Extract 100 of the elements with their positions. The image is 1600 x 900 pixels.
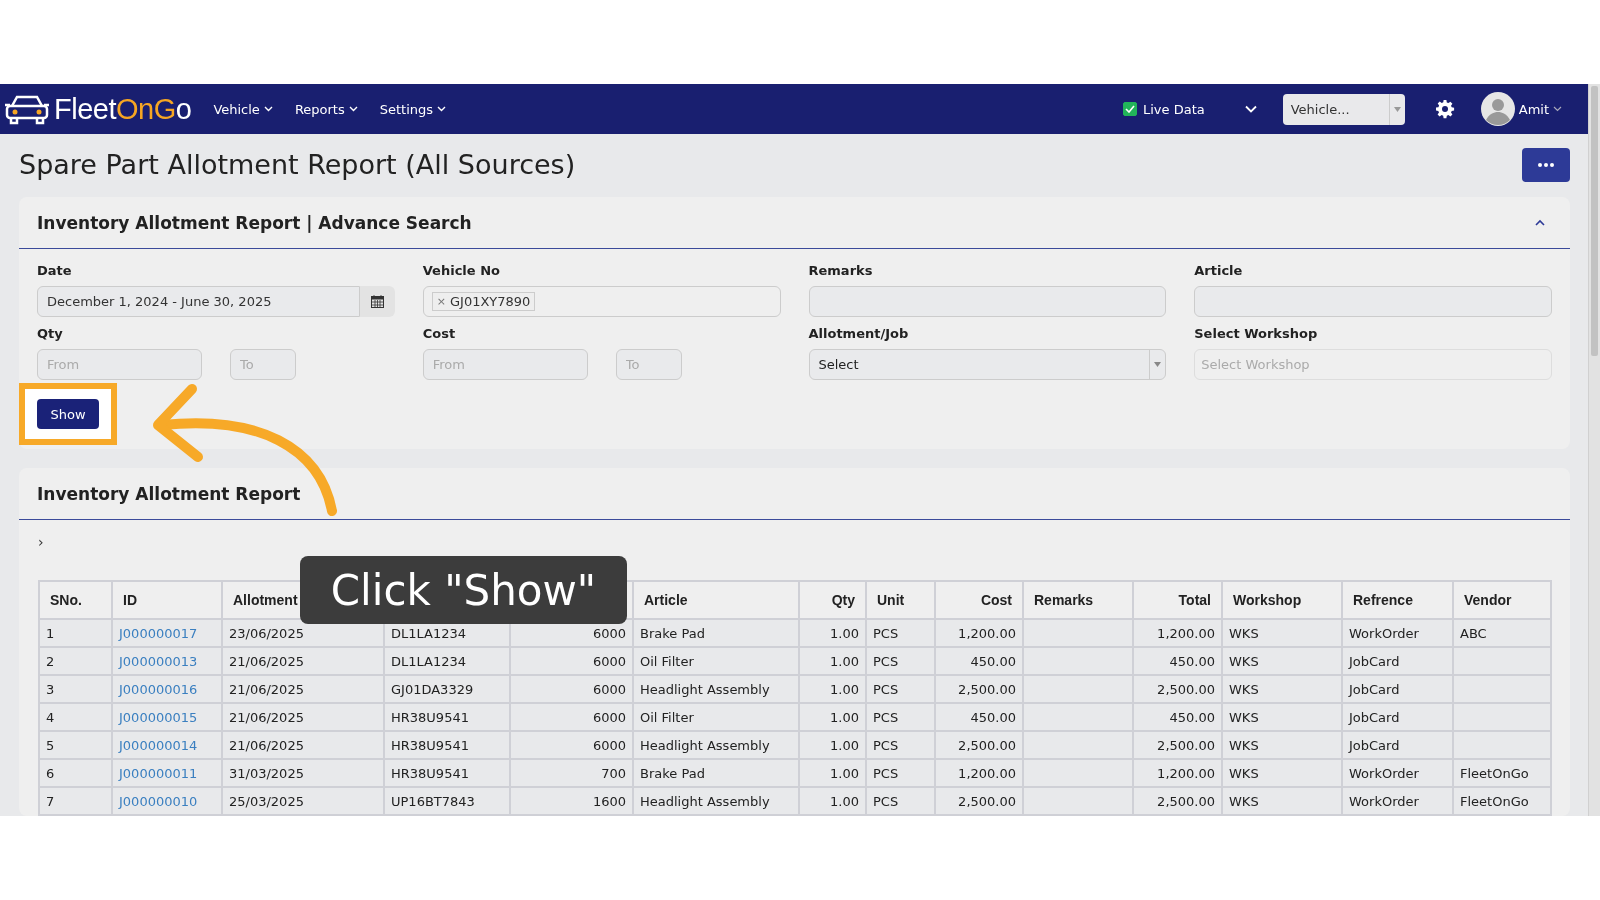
card-title: Inventory Allotment Report <box>37 483 301 504</box>
table-cell: Headlight Assembly <box>633 675 799 703</box>
settings-icon[interactable] <box>1434 99 1455 119</box>
table-cell: HR38U9541 <box>384 703 510 731</box>
table-cell: JobCard <box>1342 731 1453 759</box>
table-cell: 2,500.00 <box>935 787 1023 815</box>
nav-menu-item[interactable]: Vehicle <box>213 101 273 117</box>
text-input-field[interactable]: Select Workshop <box>1194 349 1552 380</box>
nav-menu-item[interactable]: Reports <box>294 101 358 117</box>
table-cell: 1.00 <box>799 731 866 759</box>
user-name[interactable]: Amit <box>1518 101 1549 117</box>
chevron-down-icon[interactable] <box>1553 106 1562 112</box>
table-cell: 31/03/2025 <box>222 759 384 787</box>
table-cell: 2 <box>39 647 112 675</box>
more-icon <box>1538 162 1554 167</box>
table-cell: 6000 <box>510 647 633 675</box>
collapse-icon[interactable] <box>1534 218 1546 227</box>
table-cell: HR38U9541 <box>384 731 510 759</box>
date-range-field[interactable]: December 1, 2024 - June 30, 2025 <box>37 286 360 317</box>
remove-tag-button[interactable]: × <box>436 295 446 308</box>
scrollbar[interactable] <box>1588 84 1600 816</box>
table-cell: 450.00 <box>935 703 1023 731</box>
table-cell: 3 <box>39 675 112 703</box>
nav-menu-item[interactable]: Settings <box>379 101 447 117</box>
table-cell: 1.00 <box>799 703 866 731</box>
text-input-field[interactable] <box>1194 286 1552 317</box>
table-cell: 450.00 <box>1133 703 1222 731</box>
field-label: Date <box>37 262 73 280</box>
chevron-down-icon <box>348 106 358 112</box>
column-header: Article <box>633 581 799 619</box>
logo-text[interactable]: FleetOnGo <box>54 92 192 126</box>
dropdown-arrow-icon <box>1393 106 1401 112</box>
table-cell: JobCard <box>1342 647 1453 675</box>
table-cell: Oil Filter <box>633 647 799 675</box>
scrollbar-thumb[interactable] <box>1591 86 1598 356</box>
table-cell: 6000 <box>510 675 633 703</box>
live-data-label[interactable]: Live Data <box>1143 101 1205 117</box>
field-label: Cost <box>422 325 457 343</box>
table-cell: 2,500.00 <box>1133 731 1222 759</box>
table-cell: WKS <box>1222 619 1342 647</box>
table-cell: 7 <box>39 787 112 815</box>
table-cell: 1,200.00 <box>1133 619 1222 647</box>
table-cell: 25/03/2025 <box>222 787 384 815</box>
table-cell: 6000 <box>510 731 633 759</box>
table-cell: 1600 <box>510 787 633 815</box>
table-cell: 6 <box>39 759 112 787</box>
table-cell: PCS <box>866 703 935 731</box>
vehicle-select[interactable]: Vehicle... <box>1282 93 1405 125</box>
show-button[interactable]: Show <box>37 399 99 429</box>
table-cell: PCS <box>866 647 935 675</box>
from-field[interactable]: From <box>422 349 588 380</box>
table-cell: 1,200.00 <box>935 759 1023 787</box>
table-cell: WKS <box>1222 731 1342 759</box>
table-cell: 5 <box>39 731 112 759</box>
to-field[interactable]: To <box>230 349 296 380</box>
table-cell: ABC <box>1453 619 1551 647</box>
more-button[interactable] <box>1522 147 1570 182</box>
table-cell: PCS <box>866 759 935 787</box>
table-cell: PCS <box>866 619 935 647</box>
tag-label: GJ01XY7890 <box>449 294 531 309</box>
table-cell: UP16BT7843 <box>384 787 510 815</box>
select-dropdown[interactable]: Select <box>808 349 1167 380</box>
table-cell: Headlight Assembly <box>633 731 799 759</box>
avatar-icon[interactable] <box>1480 92 1515 126</box>
field-label: Vehicle No <box>422 262 501 280</box>
table-cell: DL1LA1234 <box>384 647 510 675</box>
chevron-down-icon <box>437 106 447 112</box>
table-cell: 700 <box>510 759 633 787</box>
field-label: Article <box>1194 262 1244 280</box>
table-cell: Headlight Assembly <box>633 787 799 815</box>
table-cell: JobCard <box>1342 675 1453 703</box>
page-title: Spare Part Allotment Report (All Sources) <box>19 149 576 180</box>
table-cell: FleetOnGo <box>1453 759 1551 787</box>
calendar-button[interactable] <box>359 286 395 317</box>
table-cell: FleetOnGo <box>1453 787 1551 815</box>
table-cell: WKS <box>1222 759 1342 787</box>
live-data-checkbox[interactable] <box>1123 102 1137 116</box>
table-cell: PCS <box>866 787 935 815</box>
expand-toggle[interactable]: › <box>38 534 44 550</box>
table-cell: 1,200.00 <box>935 619 1023 647</box>
table-cell: 21/06/2025 <box>222 703 384 731</box>
table-cell: 21/06/2025 <box>222 647 384 675</box>
table-cell: GJ01DA3329 <box>384 675 510 703</box>
table-cell: 450.00 <box>935 647 1023 675</box>
text-input-field[interactable] <box>808 286 1167 317</box>
dropdown-arrow-icon <box>1154 362 1162 367</box>
table-cell: 21/06/2025 <box>222 675 384 703</box>
table-cell: 1.00 <box>799 759 866 787</box>
table-cell: HR38U9541 <box>384 759 510 787</box>
table-cell: WorkOrder <box>1342 787 1453 815</box>
field-label: Remarks <box>808 262 874 280</box>
table-cell: WKS <box>1222 703 1342 731</box>
calendar-icon <box>370 295 384 308</box>
from-field[interactable]: From <box>37 349 202 380</box>
to-field[interactable]: To <box>615 349 682 380</box>
column-header: SNo. <box>39 581 112 619</box>
tag-input-field[interactable]: × GJ01XY7890 <box>422 286 781 317</box>
table-cell: 2,500.00 <box>1133 787 1222 815</box>
table-cell: JobCard <box>1342 703 1453 731</box>
table-cell: Oil Filter <box>633 703 799 731</box>
